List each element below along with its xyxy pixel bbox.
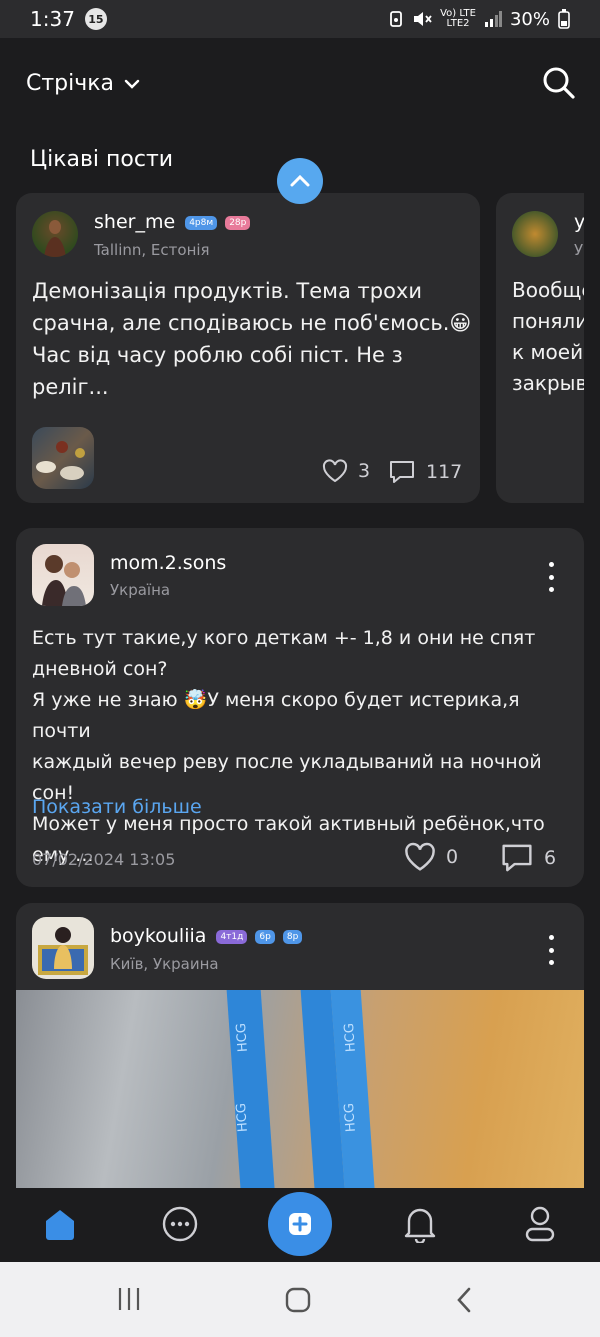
network-label: Vo) LTE LTE2 <box>440 8 476 29</box>
system-navigation-bar <box>0 1262 600 1337</box>
signal-icon <box>484 11 502 27</box>
top-bar: Стрічка <box>0 38 600 130</box>
more-options-icon[interactable] <box>546 935 556 965</box>
post-date: 07/02/2024 13:05 <box>32 850 176 869</box>
test-strip-label: HCG <box>233 1022 251 1053</box>
location: Київ, Украина <box>110 955 219 973</box>
battery-icon <box>558 9 570 29</box>
featured-post-card[interactable]: sher_me 4р8м 28р Tallinn, Естонія Демоні… <box>16 193 480 503</box>
child-age-badge: 8р <box>282 929 303 944</box>
username[interactable]: y <box>574 211 584 233</box>
battery-percent: 30% <box>509 8 550 30</box>
nav-profile[interactable] <box>520 1204 560 1244</box>
nav-home[interactable] <box>40 1204 80 1244</box>
username[interactable]: boykouliia 4т1д 6р 8р <box>110 925 303 947</box>
post-card[interactable]: mom.2.sons Україна Есть тут такие,у кого… <box>16 528 584 887</box>
status-icons: Vo) LTE LTE2 30% <box>388 9 570 30</box>
mute-icon <box>414 12 432 26</box>
status-bar: 1:37 15 Vo) LTE LTE2 30% <box>0 0 600 38</box>
more-options-icon[interactable] <box>546 562 556 592</box>
back-icon[interactable] <box>454 1286 474 1314</box>
comment-icon <box>390 461 414 483</box>
feed-title: Стрічка <box>26 71 115 96</box>
show-more-link[interactable]: Показати більше <box>32 796 202 818</box>
post-text[interactable]: Есть тут такие,у кого деткам +- 1,8 и он… <box>32 623 572 871</box>
test-strip-label: HCG <box>341 1102 359 1133</box>
username[interactable]: mom.2.sons <box>110 552 226 574</box>
chevron-up-icon <box>290 174 310 187</box>
search-icon[interactable] <box>542 66 576 100</box>
like-stat[interactable]: 0 <box>404 842 458 872</box>
username[interactable]: sher_me 4р8м 28р <box>94 211 251 233</box>
post-text[interactable]: Демонізація продуктів. Тема трохи срачна… <box>32 275 472 403</box>
profile-icon <box>525 1206 555 1242</box>
recent-apps-icon[interactable] <box>116 1286 142 1312</box>
heart-icon <box>322 459 348 483</box>
avatar[interactable] <box>512 211 558 257</box>
pregnancy-badge: 4т1д <box>216 929 248 944</box>
location: Україна <box>110 581 171 599</box>
comment-count: 117 <box>426 461 463 483</box>
like-count: 3 <box>358 460 371 482</box>
chevron-down-icon <box>124 79 140 89</box>
status-time: 1:37 <box>30 7 75 31</box>
featured-post-card[interactable]: y У Вообще поняли к моей закрыв <box>496 193 584 503</box>
child-age-badge: 4р8м <box>185 215 218 230</box>
comment-stat[interactable]: 6 <box>500 842 556 874</box>
post-image[interactable]: HCG HCG HCG HCG <box>16 990 584 1193</box>
child-age-badge: 28р <box>225 215 251 230</box>
test-strip-label: HCG <box>233 1102 251 1133</box>
location: У <box>574 241 584 259</box>
nav-notifications[interactable] <box>400 1204 440 1244</box>
child-age-badge: 6р <box>255 929 275 944</box>
add-icon <box>289 1213 311 1235</box>
like-stat[interactable]: 3 <box>322 459 370 483</box>
post-thumbnail[interactable] <box>32 427 94 489</box>
bottom-navigation <box>0 1188 600 1262</box>
home-icon <box>46 1210 74 1240</box>
notification-count-badge: 15 <box>84 8 107 30</box>
comment-stat[interactable]: 117 <box>388 459 462 485</box>
heart-icon <box>405 842 435 871</box>
scroll-up-button[interactable] <box>277 158 323 204</box>
location: Tallinn, Естонія <box>94 241 210 259</box>
alarm-icon <box>390 11 402 27</box>
post-card[interactable]: boykouliia 4т1д 6р 8р Київ, Украина HCG … <box>16 903 584 1193</box>
feed-selector[interactable]: Стрічка <box>26 71 140 96</box>
like-count: 0 <box>446 846 459 868</box>
avatar[interactable] <box>32 211 78 257</box>
comment-count: 6 <box>544 847 557 869</box>
bell-icon <box>404 1208 436 1243</box>
test-strip-label: HCG <box>341 1022 359 1053</box>
nav-chat[interactable] <box>160 1204 200 1244</box>
create-post-button[interactable] <box>268 1192 332 1256</box>
comment-icon <box>502 844 532 872</box>
avatar[interactable] <box>32 917 94 979</box>
avatar[interactable] <box>32 544 94 606</box>
section-title: Цікаві пости <box>30 147 174 172</box>
chat-icon <box>162 1206 198 1242</box>
post-text[interactable]: Вообще поняли к моей закрыв <box>512 275 584 399</box>
home-button-icon[interactable] <box>284 1286 312 1314</box>
